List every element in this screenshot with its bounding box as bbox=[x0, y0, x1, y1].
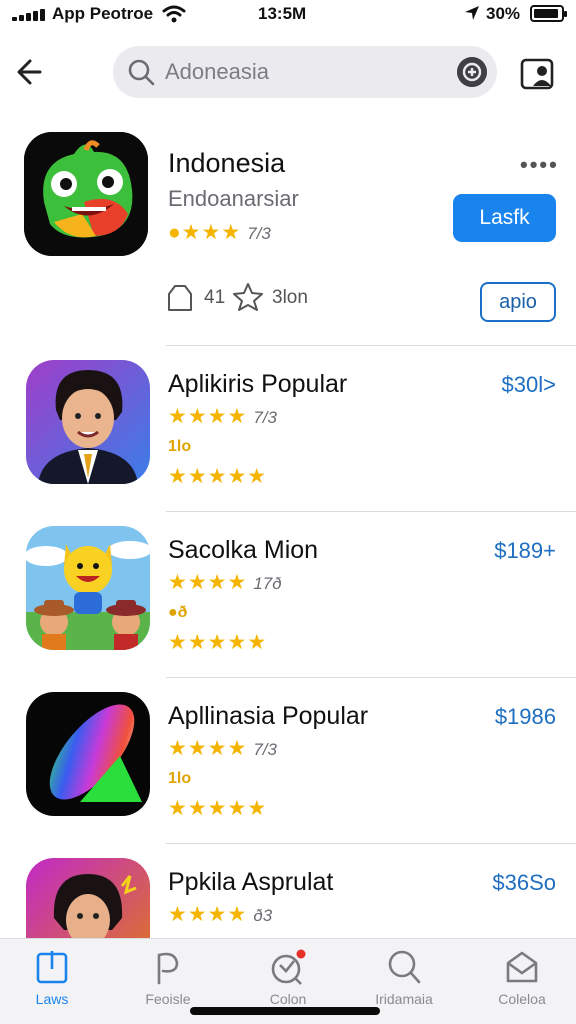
featured-app-title: Indonesia bbox=[168, 148, 286, 178]
featured-app[interactable]: Indonesia Endoanarsiar ●★★★ 7/3 •••• Lasf… bbox=[0, 128, 576, 343]
signal-icon bbox=[12, 9, 46, 21]
back-arrow-icon[interactable] bbox=[12, 52, 52, 92]
app-rating: ★★★★ ð3 bbox=[168, 903, 273, 926]
search-icon bbox=[128, 59, 155, 86]
carrier-name: App Peotroe bbox=[52, 4, 154, 23]
search-input[interactable] bbox=[165, 56, 445, 88]
status-bar: App Peotroe 13:5M 30% bbox=[0, 0, 576, 30]
tab-label: Iridamaia bbox=[375, 991, 433, 1007]
app-price[interactable]: $189+ bbox=[494, 538, 556, 564]
list-item[interactable]: Aplikiris Popular ★★★★ 7/3 1lo ★★★★★ $30l… bbox=[0, 346, 576, 512]
rating-stars: ●★★★ bbox=[168, 221, 242, 244]
tab-label: Colon bbox=[269, 991, 307, 1007]
clear-search-icon[interactable] bbox=[457, 57, 487, 87]
featured-app-subtitle: Endoanarsiar bbox=[168, 186, 299, 211]
app-badge: 1lo bbox=[168, 438, 192, 455]
games-icon bbox=[157, 952, 179, 985]
app-rating-secondary: ★★★★★ bbox=[168, 465, 268, 488]
app-title: Sacolka Mion bbox=[168, 536, 319, 564]
app-price[interactable]: $30l> bbox=[502, 372, 556, 398]
app-icon-cartoon bbox=[26, 526, 150, 650]
apps-icon bbox=[271, 949, 306, 985]
app-rating: ★★★★ 17ð bbox=[168, 571, 282, 594]
app-rating-secondary: ★★★★★ bbox=[168, 631, 268, 654]
list-item[interactable]: Apllinasia Popular ★★★★ 7/3 1lo ★★★★★ $19… bbox=[0, 678, 576, 844]
more-options-button[interactable]: •••• bbox=[520, 152, 559, 178]
app-badge: ●ð bbox=[168, 604, 188, 621]
star-outline-icon bbox=[233, 283, 263, 311]
app-title: Ppkila Asprulat bbox=[168, 868, 334, 896]
location-arrow-icon bbox=[465, 6, 479, 20]
app-title: Apllinasia Popular bbox=[168, 702, 369, 730]
bag-icon bbox=[168, 285, 192, 311]
battery-icon bbox=[530, 5, 567, 22]
today-icon bbox=[36, 951, 68, 984]
open-app-button[interactable]: apio bbox=[480, 282, 556, 322]
tab-label: Coleloa bbox=[498, 991, 546, 1007]
app-rating-secondary: ★★★★★ bbox=[168, 797, 268, 820]
list-item[interactable]: Sacolka Mion ★★★★ 17ð ●ð ★★★★★ $189+ bbox=[0, 512, 576, 678]
meta-count: 41 bbox=[204, 287, 226, 308]
wifi-icon bbox=[162, 5, 186, 23]
battery-percent: 30% bbox=[486, 4, 521, 23]
app-price[interactable]: $1986 bbox=[495, 704, 556, 730]
app-rating: ★★★★ 7/3 bbox=[168, 405, 277, 428]
tab-label: Laws bbox=[35, 991, 69, 1007]
featured-app-rating: ●★★★ 7/3 bbox=[168, 220, 271, 245]
tab-label: Feoisle bbox=[145, 991, 191, 1007]
app-badge: 1lo bbox=[168, 770, 192, 787]
home-indicator[interactable] bbox=[190, 1007, 380, 1015]
clock: 13:5M bbox=[258, 4, 307, 23]
rating-count: 7/3 bbox=[247, 224, 271, 243]
get-button[interactable]: Lasfk bbox=[453, 194, 556, 242]
search-header bbox=[0, 40, 576, 106]
app-icon-person bbox=[26, 360, 150, 484]
tab-updates[interactable]: Coleloa bbox=[474, 949, 570, 1019]
app-icon-prism bbox=[26, 692, 150, 816]
app-title: Aplikiris Popular bbox=[168, 370, 348, 398]
search-bar[interactable] bbox=[113, 46, 497, 98]
meta-label: 3lon bbox=[272, 287, 308, 308]
app-price[interactable]: $36So bbox=[492, 870, 556, 896]
search-icon bbox=[388, 950, 421, 984]
tab-today[interactable]: Laws bbox=[4, 949, 100, 1019]
app-rating: ★★★★ 7/3 bbox=[168, 737, 277, 760]
account-icon[interactable] bbox=[518, 54, 558, 94]
updates-icon bbox=[506, 951, 538, 983]
featured-app-icon bbox=[24, 132, 148, 256]
